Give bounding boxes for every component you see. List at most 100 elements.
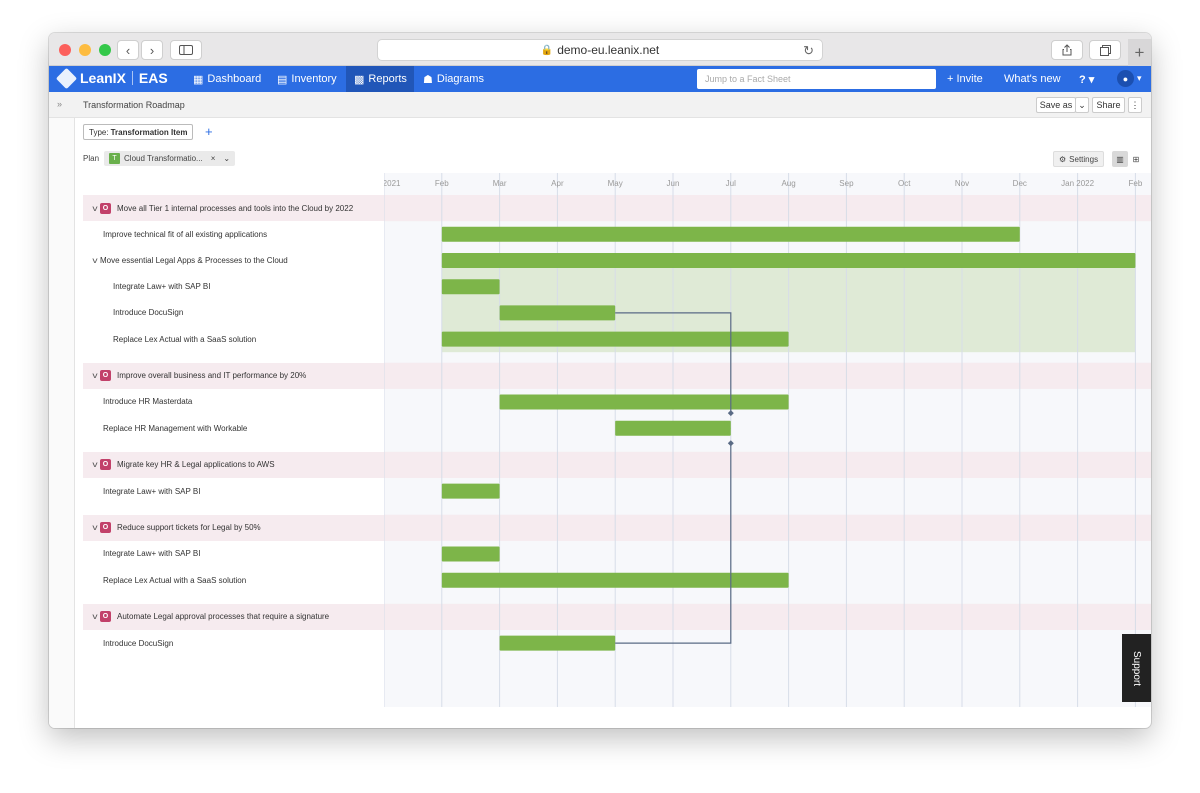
row-label-text: Migrate key HR & Legal applications to A…	[117, 460, 275, 470]
gantt-bar[interactable]	[441, 226, 1020, 242]
close-window-button[interactable]	[59, 44, 71, 56]
gantt-bar[interactable]	[441, 572, 789, 588]
bar-chart-icon: ▩	[354, 73, 365, 86]
address-bar[interactable]: 🔒 demo-eu.leanix.net ↻	[377, 39, 823, 61]
objective-badge: O	[100, 611, 111, 623]
plan-row: Plan T Cloud Transformatio... × ⌄	[83, 151, 236, 166]
objective-band-timeline	[384, 603, 1151, 630]
gantt-bar[interactable]	[441, 483, 500, 499]
gantt-bar[interactable]	[499, 635, 616, 651]
gantt-bar[interactable]	[499, 305, 616, 321]
new-tab-button[interactable]: +	[1128, 39, 1151, 66]
objective-row[interactable]: v O Improve overall business and IT perfor…	[83, 363, 383, 389]
more-options-button[interactable]: ⋮	[1128, 97, 1142, 113]
item-row[interactable]: Integrate Law+ with SAP BI	[83, 541, 383, 567]
product-name: EAS	[138, 70, 168, 86]
collapse-chevron-icon[interactable]: v	[92, 460, 97, 469]
nav-diagrams[interactable]: ☗ Diagrams	[415, 66, 492, 92]
gantt-bar[interactable]	[441, 253, 1136, 268]
month-label: Feb	[435, 179, 449, 188]
table-view-icon: ⊞	[1132, 154, 1140, 164]
objective-badge: O	[100, 459, 111, 471]
item-row[interactable]: Integrate Law+ with SAP BI	[83, 478, 383, 504]
collapse-chevron-icon[interactable]: v	[92, 371, 97, 380]
plan-label: Plan	[83, 154, 100, 163]
item-row[interactable]: Improve technical fit of all existing ap…	[83, 221, 383, 247]
nav-inventory[interactable]: ▤ Inventory	[269, 66, 345, 92]
month-label: Apr	[551, 179, 564, 188]
item-row[interactable]: Replace HR Management with Workable	[83, 415, 383, 441]
settings-button[interactable]: ⚙ Settings	[1053, 151, 1105, 167]
subitem-row[interactable]: Introduce DocuSign	[83, 300, 383, 326]
fact-sheet-search-input[interactable]: Jump to a Fact Sheet	[697, 69, 936, 89]
brand-name: LeanIX	[80, 70, 126, 86]
row-label-text: Integrate Law+ with SAP BI	[103, 549, 201, 559]
reload-icon[interactable]: ↻	[803, 43, 814, 59]
user-menu-caret: ▾	[1137, 73, 1142, 83]
objective-row[interactable]: v O Migrate key HR & Legal applications to…	[83, 452, 383, 478]
type-filter-chip[interactable]: Type: Transformation Item	[83, 124, 194, 140]
add-filter-button[interactable]: +	[205, 124, 213, 139]
invite-button[interactable]: + Invite	[939, 66, 991, 92]
collapse-chevron-icon[interactable]: v	[92, 256, 97, 265]
month-label: Sep	[839, 179, 854, 188]
item-row[interactable]: Introduce DocuSign	[83, 630, 383, 656]
gear-icon: ⚙	[1059, 154, 1067, 164]
row-label-text: Introduce DocuSign	[103, 638, 174, 648]
gantt-bar[interactable]	[441, 279, 500, 295]
objective-badge: O	[100, 202, 111, 214]
sidebar-icon	[179, 45, 193, 55]
url-text: demo-eu.leanix.net	[557, 43, 660, 57]
logo-icon	[55, 67, 78, 89]
nav-dashboard[interactable]: ▦ Dashboard	[185, 66, 269, 92]
forward-button[interactable]: ›	[141, 40, 163, 60]
tabs-overview-button[interactable]	[1089, 40, 1121, 60]
gantt-bar[interactable]	[499, 394, 789, 410]
sidebar-toggle-button[interactable]	[170, 40, 202, 60]
objective-row[interactable]: v O Move all Tier 1 internal processes and…	[83, 195, 383, 221]
user-menu-button[interactable]: ● ▾	[1117, 70, 1142, 87]
row-label-text: Reduce support tickets for Legal by 50%	[117, 523, 261, 533]
share-browser-button[interactable]	[1051, 40, 1083, 60]
objective-row[interactable]: v O Automate Legal approval processes that…	[83, 604, 383, 630]
lock-icon: 🔒	[540, 44, 554, 56]
minimize-window-button[interactable]	[79, 44, 91, 56]
collapse-chevron-icon[interactable]: v	[92, 523, 97, 532]
group-row[interactable]: v Move essential Legal Apps & Processes t…	[83, 247, 383, 273]
table-view-button[interactable]: ⊞	[1128, 151, 1144, 167]
save-as-dropdown-button[interactable]: ⌄	[1075, 97, 1089, 113]
subitem-row[interactable]: Replace Lex Actual with a SaaS solution	[83, 326, 383, 352]
roadmap-gantt: Jan 2021 Feb Mar Apr May Jun Jul Aug Sep Oct Nov De…	[83, 173, 1151, 707]
gantt-bar[interactable]	[441, 546, 500, 562]
subitem-row[interactable]: Integrate Law+ with SAP BI	[83, 274, 383, 300]
row-label-text: Improve overall business and IT performa…	[117, 371, 307, 381]
plan-dropdown-icon[interactable]: ⌄	[223, 154, 230, 163]
nav-reports[interactable]: ▩ Reports	[346, 66, 414, 92]
share-button[interactable]: Share	[1092, 97, 1125, 113]
back-button[interactable]: ‹	[117, 40, 139, 60]
clear-plan-icon[interactable]: ×	[211, 154, 216, 163]
support-tab[interactable]: Support	[1122, 634, 1151, 702]
support-label: Support	[1131, 650, 1142, 686]
save-as-button[interactable]: Save as	[1036, 97, 1076, 113]
whats-new-button[interactable]: What's new	[996, 66, 1069, 92]
gantt-bar[interactable]	[615, 420, 731, 436]
gantt-view-button[interactable]: ▥	[1112, 151, 1128, 167]
month-label: May	[608, 179, 623, 188]
gantt-bar[interactable]	[441, 331, 789, 347]
objective-row[interactable]: v O Reduce support tickets for Legal by 50…	[83, 515, 383, 541]
help-menu-button[interactable]: ? ▾	[1071, 66, 1102, 92]
plan-selector[interactable]: T Cloud Transformatio... × ⌄	[104, 151, 236, 166]
expand-sidebar-button[interactable]: »	[57, 99, 62, 109]
month-label: Jan 2021	[384, 179, 401, 188]
row-label-text: Introduce DocuSign	[113, 308, 184, 318]
month-label: Jan 2022	[1061, 179, 1094, 188]
collapse-chevron-icon[interactable]: v	[92, 204, 97, 213]
leanix-logo[interactable]: LeanIX EAS	[55, 67, 168, 89]
item-row[interactable]: Introduce HR Masterdata	[83, 389, 383, 415]
item-row[interactable]: Replace Lex Actual with a SaaS solution	[83, 567, 383, 593]
collapse-chevron-icon[interactable]: v	[92, 612, 97, 621]
row-label-text: Replace Lex Actual with a SaaS solution	[103, 575, 247, 585]
maximize-window-button[interactable]	[99, 44, 111, 56]
type-filter-prefix: Type:	[89, 127, 109, 137]
